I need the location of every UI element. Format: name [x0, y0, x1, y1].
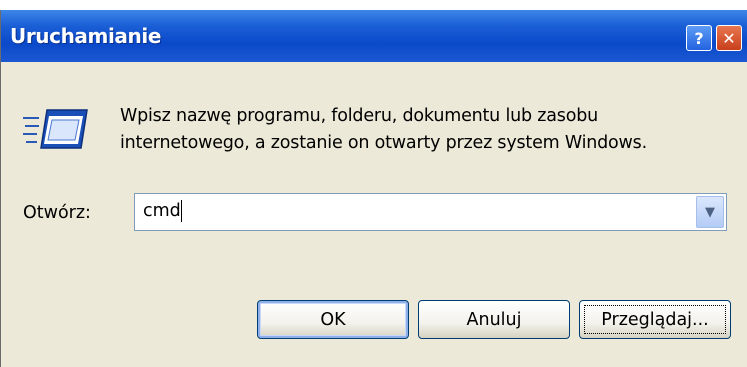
- run-program-icon: [23, 109, 88, 149]
- help-icon: ?: [694, 28, 704, 48]
- background-strip: [0, 0, 747, 10]
- help-button[interactable]: ?: [686, 25, 712, 51]
- description: Wpisz nazwę programu, folderu, dokumentu…: [120, 103, 740, 157]
- title-bar[interactable]: Uruchamianie ? ✕: [1, 10, 747, 62]
- close-icon: ✕: [722, 28, 736, 48]
- chevron-down-icon: ▼: [705, 204, 715, 220]
- description-line-1: Wpisz nazwę programu, folderu, dokumentu…: [120, 106, 598, 126]
- cancel-button-label: Anuluj: [466, 309, 522, 330]
- open-label: Otwórz:: [23, 203, 91, 223]
- dialog-title: Uruchamianie: [10, 24, 161, 48]
- ok-button-label: OK: [320, 309, 346, 330]
- focus-ring: [584, 305, 726, 334]
- ok-button[interactable]: OK: [257, 300, 409, 339]
- description-line-2: internetowego, a zostanie on otwarty prz…: [120, 133, 647, 153]
- close-button[interactable]: ✕: [716, 25, 742, 51]
- dropdown-button[interactable]: ▼: [696, 196, 724, 228]
- text-caret: [181, 200, 182, 222]
- browse-button[interactable]: Przeglądaj...: [579, 300, 731, 339]
- cancel-button[interactable]: Anuluj: [418, 300, 570, 339]
- run-dialog: Uruchamianie ? ✕ Wpisz nazwę programu, f…: [0, 10, 747, 367]
- open-combobox[interactable]: cmd ▼: [134, 193, 727, 231]
- open-input[interactable]: cmd: [143, 201, 181, 221]
